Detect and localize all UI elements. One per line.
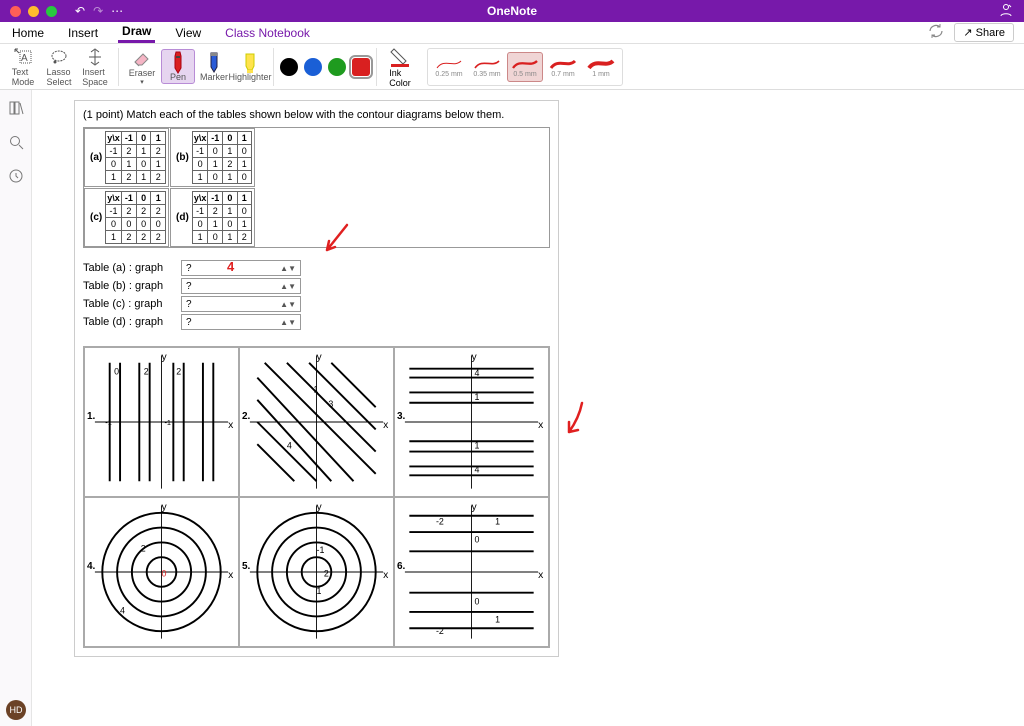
svg-text:-2: -2 [436, 517, 444, 527]
ribbon: A Text Mode Lasso Select Insert Space Er… [0, 44, 1024, 90]
graphs-grid: 1. yx022-1-1 2. yx134 3. yx4114 4. yx024… [83, 346, 550, 648]
recent-icon[interactable] [8, 168, 24, 184]
select-a[interactable]: ? 4 ▲▼ [181, 260, 301, 276]
svg-text:A: A [21, 53, 28, 64]
question-text: (1 point) Match each of the tables shown… [83, 109, 550, 121]
svg-text:0: 0 [474, 597, 479, 607]
ink-color-button[interactable]: Ink Color [383, 46, 417, 88]
svg-text:x: x [228, 420, 234, 431]
svg-text:1: 1 [495, 517, 500, 527]
color-blue[interactable] [304, 58, 322, 76]
notebooks-icon[interactable] [8, 100, 24, 116]
titlebar: ↶ ↷ ⋯ OneNote [0, 0, 1024, 22]
svg-text:x: x [538, 420, 544, 431]
text-mode-button[interactable]: A Text Mode [6, 46, 40, 88]
user-badge[interactable]: HD [6, 700, 26, 720]
stroke-width-group: 0.25 mm 0.35 mm 0.5 mm 0.7 mm 1 mm [427, 48, 623, 86]
svg-text:3: 3 [328, 399, 333, 409]
tables-grid: (a) y\x-101-121201011212 (b) y\x-101-101… [83, 127, 550, 248]
svg-text:1: 1 [474, 441, 479, 451]
svg-text:0: 0 [114, 367, 119, 377]
svg-text:y: y [317, 352, 323, 363]
svg-text:y: y [472, 352, 478, 363]
svg-text:y: y [317, 502, 323, 513]
color-red[interactable] [352, 58, 370, 76]
ink-answer-a: 4 [227, 259, 234, 274]
more-icon[interactable]: ⋯ [111, 4, 123, 18]
maximize-window-button[interactable] [46, 6, 57, 17]
svg-text:0: 0 [162, 568, 167, 578]
svg-text:y: y [162, 352, 168, 363]
highlighter-button[interactable]: Highlighter [233, 51, 267, 83]
share-button[interactable]: ↗ Share [954, 23, 1014, 42]
graph-5: y x 2 -1 1 [240, 498, 393, 646]
app-title: OneNote [487, 4, 537, 18]
svg-text:4: 4 [120, 605, 125, 615]
eraser-button[interactable]: Eraser▾ [125, 47, 159, 87]
menu-insert[interactable]: Insert [64, 24, 102, 42]
redo-icon[interactable]: ↷ [93, 4, 103, 18]
marker-button[interactable]: Marker [197, 51, 231, 83]
color-green[interactable] [328, 58, 346, 76]
svg-text:y: y [472, 502, 478, 513]
graph-6: y x -2 0 1 0 1 -2 [395, 498, 548, 646]
svg-text:1: 1 [495, 614, 500, 624]
svg-text:x: x [538, 570, 544, 581]
svg-text:4: 4 [287, 441, 292, 451]
svg-text:0: 0 [474, 534, 479, 544]
stroke-07[interactable]: 0.7 mm [545, 52, 581, 82]
svg-text:-1: -1 [317, 545, 325, 555]
menubar: Home Insert Draw View Class Notebook ↗ S… [0, 22, 1024, 44]
menu-view[interactable]: View [171, 24, 205, 42]
stroke-1[interactable]: 1 mm [583, 52, 619, 82]
svg-text:1: 1 [314, 384, 319, 394]
color-palette [280, 58, 370, 76]
stroke-035[interactable]: 0.35 mm [469, 52, 505, 82]
embedded-image: (1 point) Match each of the tables shown… [74, 100, 559, 657]
svg-text:-1: -1 [164, 418, 171, 427]
menu-class-notebook[interactable]: Class Notebook [221, 24, 314, 42]
undo-icon[interactable]: ↶ [75, 4, 85, 18]
graph-1: y x 0 2 2 -1 -1 [85, 348, 238, 496]
graph-4: y x 0 2 4 [85, 498, 238, 646]
svg-text:2: 2 [141, 543, 146, 553]
svg-text:-2: -2 [436, 626, 444, 636]
select-c[interactable]: ?▲▼ [181, 296, 301, 312]
insert-space-button[interactable]: Insert Space [78, 46, 112, 88]
svg-text:2: 2 [324, 568, 329, 578]
select-b[interactable]: ?▲▼ [181, 278, 301, 294]
stroke-05[interactable]: 0.5 mm [507, 52, 543, 82]
search-icon[interactable] [8, 134, 24, 150]
titlebar-right-icon[interactable] [998, 2, 1014, 21]
svg-text:1: 1 [317, 586, 322, 596]
close-window-button[interactable] [10, 6, 21, 17]
window-controls [10, 6, 57, 17]
graph-2: y x 13 4 [240, 348, 393, 496]
svg-text:x: x [383, 570, 389, 581]
quick-access: ↶ ↷ ⋯ [75, 4, 123, 18]
sync-icon[interactable] [928, 23, 944, 42]
svg-text:y: y [162, 502, 168, 513]
svg-text:4: 4 [474, 368, 479, 378]
svg-text:4: 4 [474, 464, 479, 474]
menu-draw[interactable]: Draw [118, 22, 155, 43]
ink-arrow-2 [557, 400, 597, 440]
lasso-select-button[interactable]: Lasso Select [42, 46, 76, 88]
svg-text:2: 2 [176, 367, 181, 377]
select-d[interactable]: ?▲▼ [181, 314, 301, 330]
svg-text:x: x [228, 570, 234, 581]
svg-text:1: 1 [474, 392, 479, 402]
pen-button[interactable]: Pen [161, 49, 195, 85]
color-black[interactable] [280, 58, 298, 76]
match-rows: Table (a) : graph ? 4 ▲▼ Table (b) : gra… [83, 260, 550, 330]
canvas[interactable]: (1 point) Match each of the tables shown… [32, 90, 1024, 726]
svg-text:2: 2 [144, 367, 149, 377]
menu-home[interactable]: Home [8, 24, 48, 42]
graph-3: y x 4 1 1 4 [395, 348, 548, 496]
sidebar [0, 90, 32, 726]
svg-text:-1: -1 [105, 418, 112, 427]
svg-text:x: x [383, 420, 389, 431]
minimize-window-button[interactable] [28, 6, 39, 17]
stroke-025[interactable]: 0.25 mm [431, 52, 467, 82]
